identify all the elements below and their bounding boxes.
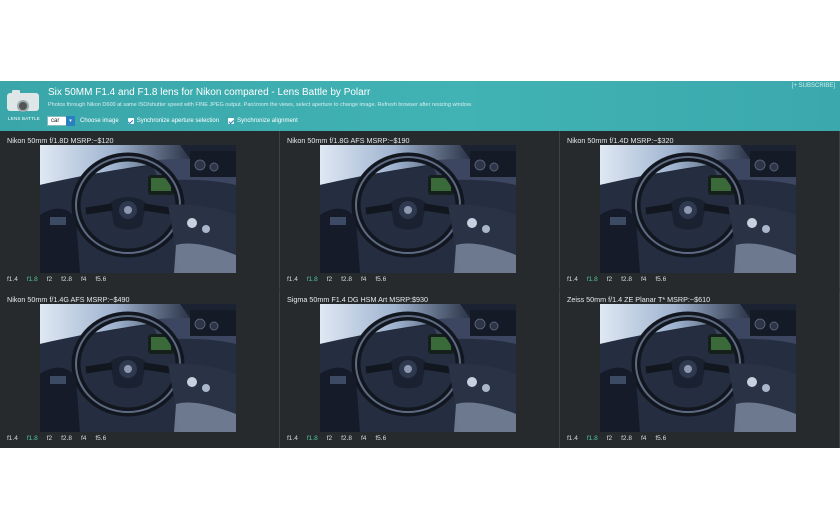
lens-battle-logo[interactable]: LENS BATTLE	[6, 89, 40, 125]
aperture-option[interactable]: f1.8	[27, 435, 38, 442]
aperture-option[interactable]: f4	[81, 435, 86, 442]
lens-photo-viewer[interactable]	[600, 304, 796, 432]
aperture-selector: f1.4 f1.8 f2 f2.8 f4 f5.6	[287, 435, 395, 442]
lens-photo-viewer[interactable]	[320, 304, 516, 432]
aperture-option[interactable]: f1.8	[307, 276, 318, 283]
app: LENS BATTLE Six 50MM F1.4 and F1.8 lens …	[0, 81, 840, 448]
aperture-option[interactable]: f1.4	[567, 276, 578, 283]
sync-alignment-checkbox[interactable]	[228, 118, 235, 124]
aperture-option[interactable]: f4	[361, 276, 366, 283]
chevron-down-icon[interactable]: ▾	[66, 116, 75, 126]
aperture-option[interactable]: f2.8	[61, 435, 72, 442]
aperture-option[interactable]: f1.4	[7, 276, 18, 283]
aperture-option[interactable]: f1.4	[7, 435, 18, 442]
lens-photo-viewer[interactable]	[40, 145, 236, 273]
lens-title: Nikon 50mm f/1.4D MSRP:~$320	[567, 136, 674, 145]
aperture-option[interactable]: f2.8	[341, 435, 352, 442]
aperture-option[interactable]: f2	[327, 276, 332, 283]
aperture-option[interactable]: f5.6	[655, 435, 666, 442]
image-select[interactable]: car ▾	[47, 116, 75, 126]
aperture-option[interactable]: f1.4	[287, 276, 298, 283]
aperture-selector: f1.4 f1.8 f2 f2.8 f4 f5.6	[567, 435, 675, 442]
image-select-value: car	[51, 118, 60, 124]
aperture-option[interactable]: f5.6	[95, 276, 106, 283]
aperture-option[interactable]: f1.8	[587, 276, 598, 283]
aperture-selector: f1.4 f1.8 f2 f2.8 f4 f5.6	[7, 435, 115, 442]
aperture-selector: f1.4 f1.8 f2 f2.8 f4 f5.6	[567, 276, 675, 283]
lens-grid: Nikon 50mm f/1.8D MSRP:~$120 f1.4 f1.8 f2 f…	[0, 131, 840, 448]
lens-title: Nikon 50mm f/1.8D MSRP:~$120	[7, 136, 114, 145]
controls-bar: car ▾ Choose image Synchronize aperture …	[47, 115, 298, 127]
aperture-option[interactable]: f2.8	[341, 276, 352, 283]
aperture-option[interactable]: f2	[607, 435, 612, 442]
aperture-option[interactable]: f5.6	[655, 276, 666, 283]
page-title: Six 50MM F1.4 and F1.8 lens for Nikon co…	[48, 87, 371, 98]
lens-title: Nikon 50mm f/1.8G AFS MSRP:~$190	[287, 136, 410, 145]
subscribe-link[interactable]: [+ SUBSCRIBE]	[792, 83, 835, 89]
camera-icon	[7, 90, 39, 112]
aperture-option[interactable]: f2	[327, 435, 332, 442]
lens-panel: Zeiss 50mm f/1.4 ZE Planar T* MSRP:~$610…	[560, 290, 840, 448]
header-bar: LENS BATTLE Six 50MM F1.4 and F1.8 lens …	[0, 81, 840, 131]
sync-aperture-label[interactable]: Synchronize aperture selection	[137, 118, 219, 124]
lens-panel: Sigma 50mm F1.4 DG HSM Art MSRP:$930 f1.…	[280, 290, 560, 448]
lens-photo-viewer[interactable]	[320, 145, 516, 273]
choose-image-label: Choose image	[80, 118, 119, 124]
aperture-option[interactable]: f2	[607, 276, 612, 283]
logo-label: LENS BATTLE	[8, 116, 40, 121]
lens-panel: Nikon 50mm f/1.4D MSRP:~$320 f1.4 f1.8 f2 f…	[560, 131, 840, 289]
lens-panel: Nikon 50mm f/1.8D MSRP:~$120 f1.4 f1.8 f2 f…	[0, 131, 280, 289]
aperture-option[interactable]: f4	[361, 435, 366, 442]
aperture-option[interactable]: f2.8	[61, 276, 72, 283]
aperture-option[interactable]: f5.6	[375, 276, 386, 283]
aperture-option[interactable]: f2.8	[621, 276, 632, 283]
lens-photo-viewer[interactable]	[600, 145, 796, 273]
aperture-selector: f1.4 f1.8 f2 f2.8 f4 f5.6	[7, 276, 115, 283]
aperture-option[interactable]: f1.4	[287, 435, 298, 442]
aperture-option[interactable]: f4	[641, 276, 646, 283]
lens-title: Nikon 50mm f/1.4G AFS MSRP:~$490	[7, 295, 130, 304]
aperture-option[interactable]: f1.8	[307, 435, 318, 442]
sync-aperture-checkbox[interactable]	[127, 118, 134, 124]
lens-title: Sigma 50mm F1.4 DG HSM Art MSRP:$930	[287, 295, 428, 304]
aperture-option[interactable]: f2	[47, 435, 52, 442]
aperture-option[interactable]: f2	[47, 276, 52, 283]
aperture-option[interactable]: f1.8	[587, 435, 598, 442]
sync-alignment-label[interactable]: Synchronize alignment	[237, 118, 298, 124]
lens-title: Zeiss 50mm f/1.4 ZE Planar T* MSRP:~$610	[567, 295, 711, 304]
aperture-option[interactable]: f1.8	[27, 276, 38, 283]
aperture-option[interactable]: f1.4	[567, 435, 578, 442]
lens-photo-viewer[interactable]	[40, 304, 236, 432]
lens-panel: Nikon 50mm f/1.4G AFS MSRP:~$490 f1.4 f1.…	[0, 290, 280, 448]
aperture-option[interactable]: f4	[81, 276, 86, 283]
aperture-selector: f1.4 f1.8 f2 f2.8 f4 f5.6	[287, 276, 395, 283]
aperture-option[interactable]: f4	[641, 435, 646, 442]
aperture-option[interactable]: f5.6	[375, 435, 386, 442]
aperture-option[interactable]: f2.8	[621, 435, 632, 442]
aperture-option[interactable]: f5.6	[95, 435, 106, 442]
page-subtitle: Photos through Nikon D600 at same ISO/sh…	[48, 102, 473, 108]
lens-panel: Nikon 50mm f/1.8G AFS MSRP:~$190 f1.4 f1.…	[280, 131, 560, 289]
